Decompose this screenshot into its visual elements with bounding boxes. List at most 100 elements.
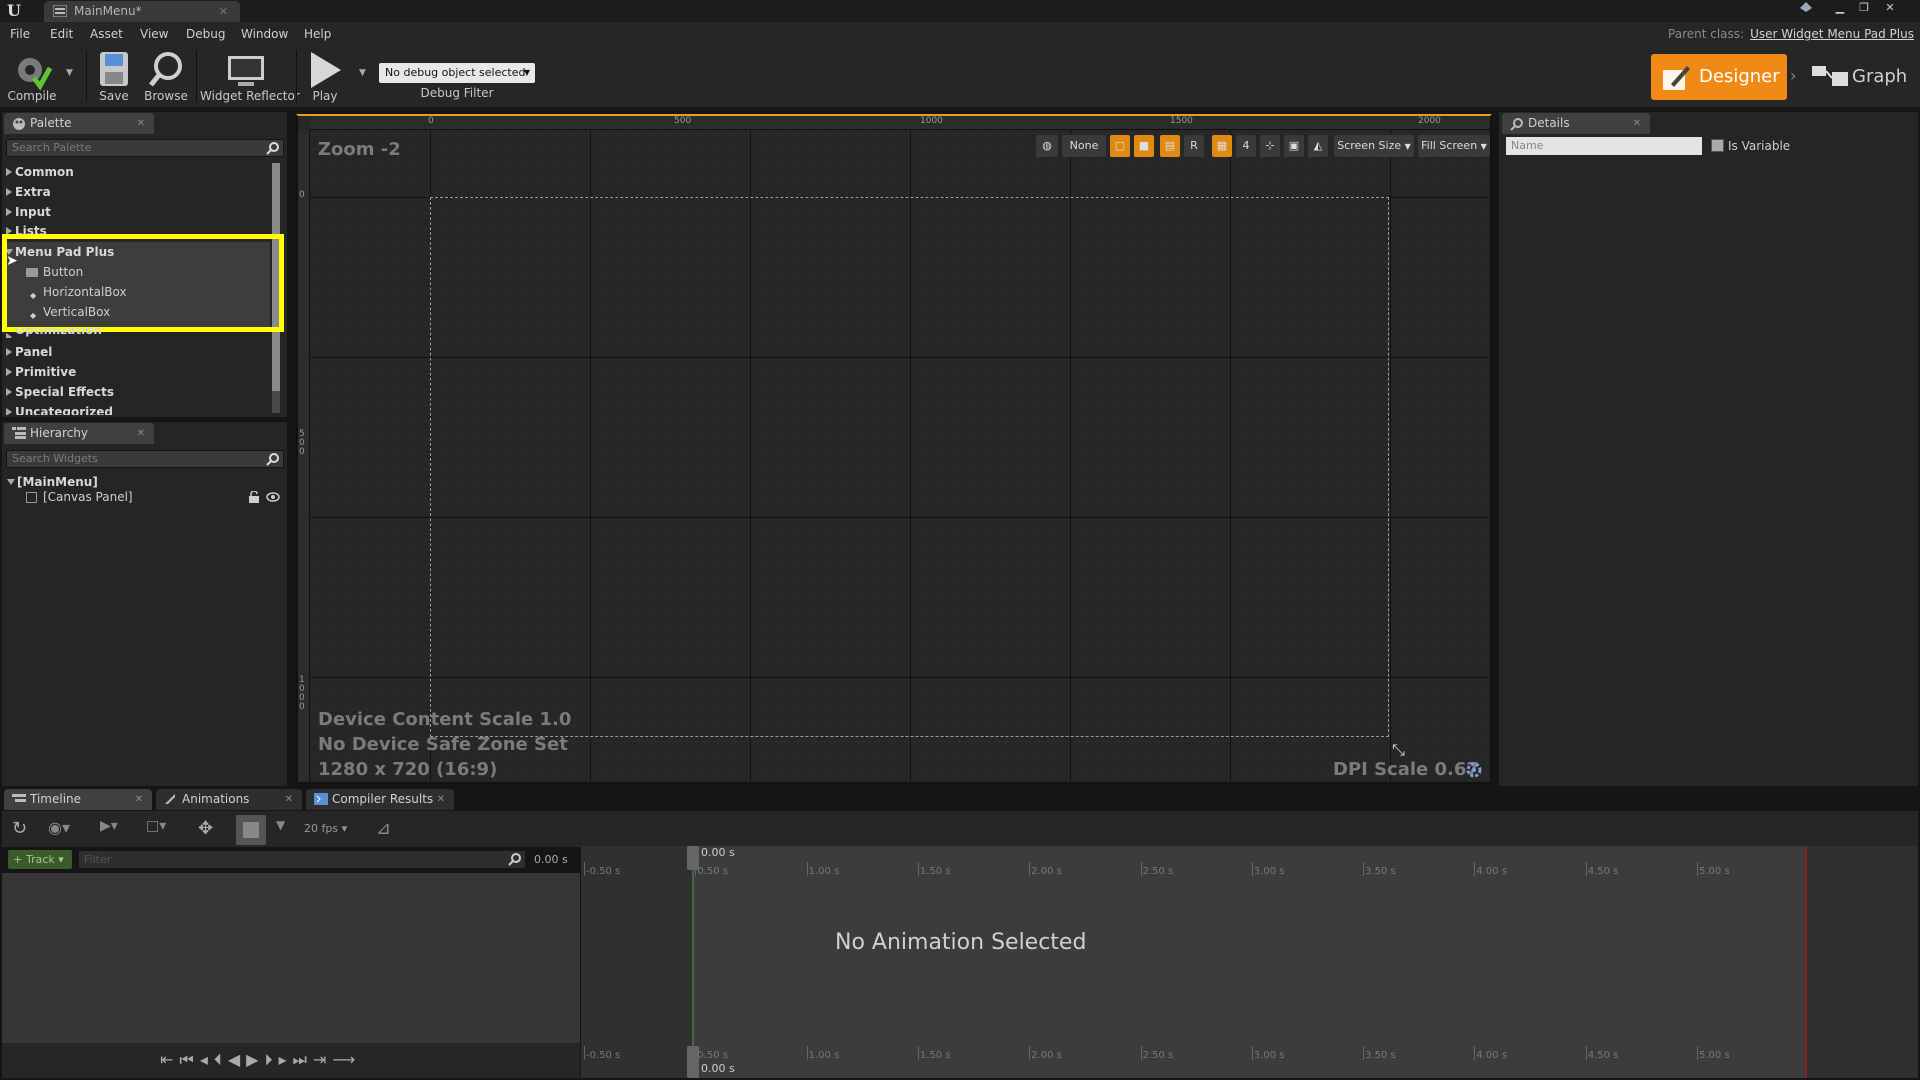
flip-icon[interactable]: ◭	[1308, 135, 1328, 157]
menu-help[interactable]: Help	[302, 25, 333, 43]
plus-icon: +	[13, 853, 23, 866]
loop-icon[interactable]: ⟶	[332, 1050, 361, 1069]
menu-edit[interactable]: Edit	[48, 25, 75, 43]
chevron-down-icon[interactable]: ▼	[276, 818, 285, 832]
widget-reflector-button[interactable]: Widget Reflector	[200, 48, 300, 105]
menu-file[interactable]: File	[8, 25, 32, 43]
jump-end-icon[interactable]: ⇥	[313, 1050, 332, 1069]
menu-debug[interactable]: Debug	[184, 25, 227, 43]
zoom-fit-icon[interactable]: ⊹	[1260, 135, 1280, 157]
designer-mode-button[interactable]: Designer	[1651, 54, 1787, 100]
grid-size-button[interactable]: 4	[1236, 135, 1256, 157]
jump-start-icon[interactable]: ⇤	[160, 1050, 179, 1069]
tab-palette[interactable]: Palette ✕	[4, 113, 154, 134]
tab-animations-label: Animations	[182, 792, 250, 806]
resize-handle-icon[interactable]: ⤡	[1392, 740, 1405, 760]
curve-editor-icon[interactable]: ⊿	[376, 818, 391, 839]
play-forward-icon[interactable]: ▶	[246, 1050, 264, 1069]
tab-compiler-results[interactable]: Compiler Results ✕	[306, 789, 454, 810]
close-window-icon[interactable]: ✕	[1880, 0, 1900, 16]
add-track-button[interactable]: + Track ▾	[8, 850, 72, 869]
current-time-field[interactable]: 0.00 s	[534, 853, 568, 866]
eye-icon[interactable]	[266, 492, 280, 502]
lock-toggle-icon[interactable]: ■	[1134, 135, 1154, 157]
resolution-label: 1280 x 720 (16:9)	[318, 759, 498, 780]
menu-view[interactable]: View	[138, 25, 170, 43]
chevron-down-icon: ▼	[1480, 142, 1487, 151]
debug-object-select[interactable]: No debug object selected ▼	[379, 63, 535, 83]
hierarchy-canvas-panel[interactable]: [Canvas Panel]	[26, 488, 133, 506]
fill-screen-dropdown[interactable]: Fill Screen ▼	[1418, 135, 1490, 157]
play-button[interactable]: Play	[302, 48, 348, 105]
tab-details[interactable]: Details ✕	[1502, 113, 1650, 134]
compile-options-icon[interactable]: ▼	[66, 68, 73, 78]
save-icon	[100, 52, 128, 86]
menu-asset[interactable]: Asset	[88, 25, 125, 43]
selection-icon[interactable]: □▾	[146, 818, 166, 834]
feedback-icon[interactable]	[1798, 0, 1818, 16]
tab-animations[interactable]: Animations ✕	[156, 789, 302, 810]
timeline-tick-mark	[806, 862, 808, 876]
palette-category-primitive[interactable]: Primitive	[6, 363, 76, 381]
outline-toggle-icon[interactable]: ▢	[1110, 135, 1130, 157]
timeline-track-area[interactable]	[581, 846, 1918, 1078]
eye-visibility-icon[interactable]: ◉▾	[48, 818, 70, 837]
refresh-icon[interactable]: ↻	[12, 818, 27, 839]
menu-window[interactable]: Window	[239, 25, 290, 43]
parent-class-link[interactable]: User Widget Menu Pad Plus	[1750, 27, 1914, 41]
step-back-icon[interactable]: ⏮	[179, 1050, 199, 1069]
frame-forward-icon[interactable]: ⏵	[264, 1050, 278, 1069]
close-icon[interactable]: ✕	[137, 113, 145, 134]
compile-button[interactable]: Compile	[4, 48, 60, 105]
lock-icon[interactable]	[248, 491, 260, 503]
palette-category-uncategorized[interactable]: Uncategorized	[6, 403, 113, 415]
browse-button[interactable]: Browse	[142, 48, 190, 105]
close-icon[interactable]: ✕	[437, 789, 445, 810]
save-button[interactable]: Save	[92, 48, 136, 105]
globe-icon[interactable]: ◍	[1036, 135, 1058, 157]
play-options-icon[interactable]: ▶▾	[100, 818, 118, 834]
close-icon[interactable]: ✕	[135, 789, 143, 810]
respect-locks-icon[interactable]: ▤	[1160, 135, 1180, 157]
hierarchy-search-input[interactable]: Search Widgets	[6, 450, 284, 468]
transform-icon[interactable]: ✥	[198, 818, 213, 839]
close-tab-icon[interactable]: ✕	[219, 1, 228, 22]
play-options-icon[interactable]: ▼	[359, 68, 366, 78]
localization-preview-button[interactable]: None	[1062, 135, 1106, 157]
gear-icon[interactable]	[1466, 762, 1482, 778]
play-reverse-icon[interactable]: ◀	[228, 1050, 246, 1069]
palette-category-common[interactable]: Common	[6, 163, 74, 181]
zoom-label: Zoom -2	[318, 139, 401, 160]
palette-search-input[interactable]: Search Palette	[6, 139, 284, 157]
close-icon[interactable]: ✕	[137, 423, 145, 444]
graph-icon	[1812, 64, 1848, 90]
minimize-icon[interactable]: ▁	[1830, 0, 1850, 16]
graph-mode-button[interactable]: Graph	[1808, 54, 1914, 100]
is-variable-checkbox[interactable]	[1711, 139, 1724, 152]
playhead-line[interactable]	[692, 846, 694, 1078]
key-button[interactable]	[236, 815, 266, 845]
close-icon[interactable]: ✕	[1633, 113, 1641, 134]
palette-category-input[interactable]: Input	[6, 203, 51, 221]
background-image-icon[interactable]: ▣	[1284, 135, 1304, 157]
fps-dropdown[interactable]: 20 fps ▾	[304, 822, 347, 835]
rotate-snap-button[interactable]: R	[1184, 135, 1204, 157]
palette-category-extra[interactable]: Extra	[6, 183, 51, 201]
unreal-logo-icon[interactable]: U	[4, 1, 24, 21]
palette-category-special-effects[interactable]: Special Effects	[6, 383, 114, 401]
document-tab[interactable]: MainMenu* ✕	[44, 1, 240, 22]
maximize-icon[interactable]: ❐	[1854, 0, 1874, 16]
widget-name-input[interactable]: Name	[1506, 137, 1702, 155]
screen-size-dropdown[interactable]: Screen Size ▼	[1334, 135, 1414, 157]
palette-category-panel[interactable]: Panel	[6, 343, 52, 361]
step-forward-icon[interactable]: ⏭	[293, 1050, 313, 1069]
grid-snap-icon[interactable]: ▦	[1212, 135, 1232, 157]
frame-back-icon[interactable]: ⏴	[214, 1050, 228, 1069]
next-key-icon[interactable]: ▸	[279, 1050, 293, 1069]
prev-key-icon[interactable]: ◂	[200, 1050, 214, 1069]
track-filter-input[interactable]: Filter	[78, 850, 526, 869]
close-icon[interactable]: ✕	[285, 789, 293, 810]
palette-category-optimization[interactable]: Optimization	[6, 328, 102, 338]
tab-hierarchy[interactable]: Hierarchy ✕	[4, 423, 154, 444]
tab-timeline[interactable]: Timeline ✕	[4, 789, 152, 810]
